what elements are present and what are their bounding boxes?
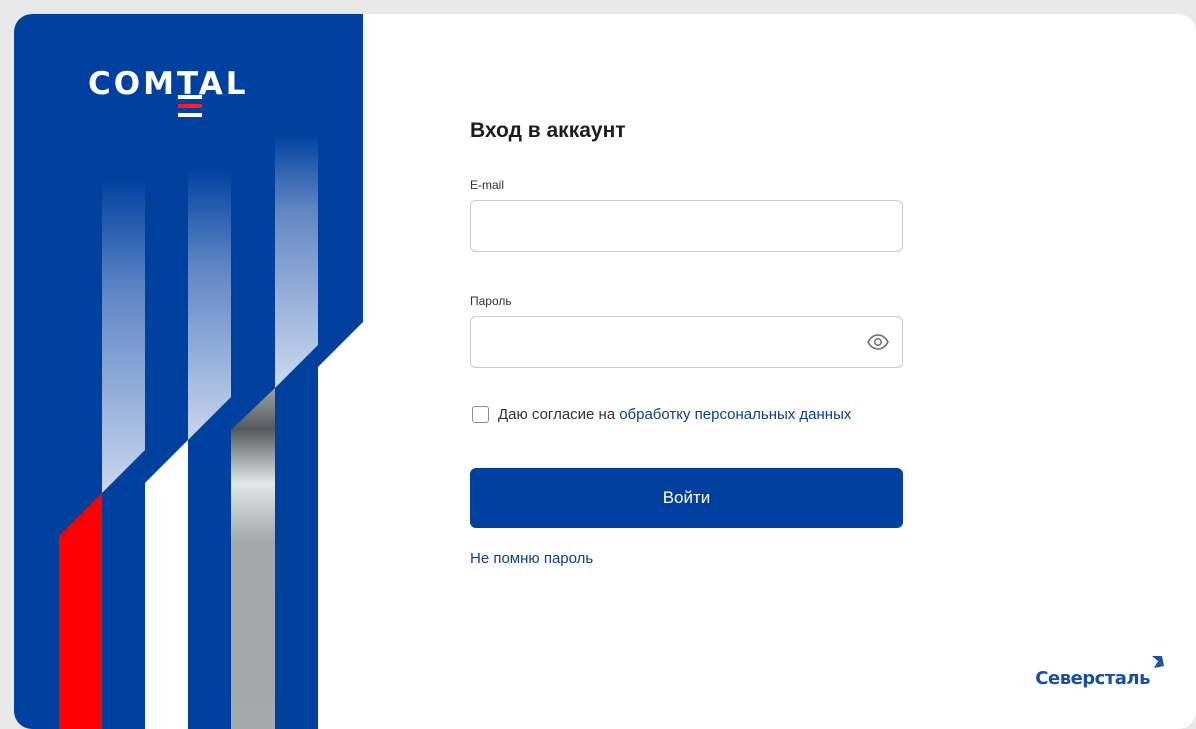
login-form: Вход в аккаунт E-mail Пароль Даю согласи… <box>470 114 903 568</box>
cometal-logo: COM TAL <box>88 66 248 117</box>
severstal-brand: Северсталь <box>1035 654 1166 689</box>
eye-icon[interactable] <box>867 332 889 352</box>
logo-text-m: M <box>143 66 177 102</box>
stripe-2-upper <box>188 169 231 440</box>
brand-panel: COM TAL <box>14 14 363 729</box>
stripe-3-upper <box>275 134 318 388</box>
brand-stripes-illustration <box>59 134 363 729</box>
email-label: E-mail <box>470 178 505 192</box>
email-field[interactable] <box>470 200 903 252</box>
severstal-logo-icon <box>1148 654 1166 677</box>
stripe-steel <box>231 388 275 729</box>
password-field-wrapper <box>470 316 903 368</box>
page-title: Вход в аккаунт <box>470 119 626 142</box>
password-field[interactable] <box>470 316 903 368</box>
panel-cut <box>318 322 363 729</box>
logo-text-start: CO <box>88 66 144 102</box>
consent-text: Даю согласие на <box>498 405 616 423</box>
stripe-1-upper <box>102 179 145 493</box>
stripe-red <box>59 493 102 729</box>
login-window: COM TAL Вход в аккаунт E-mail Пароль Даю … <box>14 14 1196 729</box>
personal-data-link[interactable]: обработку персональных данных <box>619 406 851 423</box>
stripe-white <box>145 440 188 729</box>
logo-e-glyph <box>177 95 202 117</box>
consent-row: Даю согласие на обработку персональных д… <box>470 404 903 424</box>
forgot-password-link[interactable]: Не помню пароль <box>470 550 593 567</box>
severstal-brand-text: Северсталь <box>1035 668 1150 689</box>
login-button[interactable]: Войти <box>470 468 903 528</box>
password-label: Пароль <box>470 294 512 308</box>
consent-checkbox[interactable] <box>472 405 489 423</box>
email-field-wrapper <box>470 200 903 252</box>
